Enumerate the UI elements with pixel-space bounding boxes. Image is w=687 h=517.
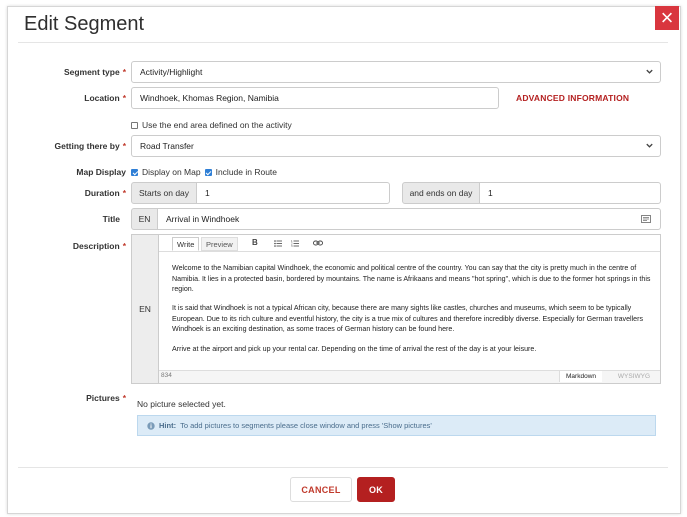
duration-label: Duration *: [84, 188, 126, 198]
footer-divider: [18, 467, 668, 468]
description-label: Description *: [72, 241, 126, 251]
hint-bold: Hint:: [159, 421, 177, 430]
ends-on-day-addon: and ends on day: [402, 182, 480, 204]
description-lang: EN: [132, 235, 159, 383]
char-count: 834: [161, 372, 172, 379]
segment-type-select[interactable]: Activity/Highlight: [131, 61, 661, 83]
no-picture-text: No picture selected yet.: [137, 399, 226, 409]
bullet-list-icon[interactable]: [274, 240, 282, 247]
text-block-icon[interactable]: [641, 215, 651, 223]
end-area-checkbox[interactable]: [131, 121, 138, 129]
title-label: Title: [102, 214, 120, 224]
ok-button[interactable]: OK: [357, 477, 395, 502]
starts-on-day-input[interactable]: 1: [196, 182, 390, 204]
map-display-options: Display on Map Include in Route: [131, 167, 277, 177]
mode-wysiwyg[interactable]: WYSIWYG: [612, 371, 656, 382]
description-textarea[interactable]: Welcome to the Namibian capital Windhoek…: [172, 263, 652, 363]
getting-there-select[interactable]: Road Transfer: [131, 135, 661, 157]
include-in-route-label: Include in Route: [215, 167, 278, 177]
cancel-button[interactable]: CANCEL: [290, 477, 352, 502]
starts-on-day-addon: Starts on day: [131, 182, 197, 204]
pictures-hint: Hint: To add pictures to segments please…: [137, 415, 656, 436]
description-paragraph: Welcome to the Namibian capital Windhoek…: [172, 264, 651, 294]
title-input[interactable]: Arrival in Windhoek: [157, 208, 661, 230]
description-paragraph: It is said that Windhoek is not a typica…: [172, 304, 644, 334]
description-editor: EN Write Preview B 123 Welcome to the Na…: [131, 234, 661, 384]
editor-status-bar: 834 Markdown WYSIWYG: [159, 370, 660, 383]
ends-on-day-input[interactable]: 1: [479, 182, 661, 204]
pictures-label: Pictures *: [86, 393, 126, 403]
title-lang-addon: EN: [131, 208, 158, 230]
toolbar-divider: [159, 251, 660, 252]
bold-icon[interactable]: B: [252, 238, 258, 247]
link-icon[interactable]: [313, 240, 323, 246]
chevron-down-icon: [646, 69, 653, 74]
dialog-title: Edit Segment: [24, 13, 145, 35]
description-paragraph: Arrive at the airport and pick up your r…: [172, 344, 537, 353]
numbered-list-icon[interactable]: 123: [291, 240, 299, 247]
chevron-down-icon: [646, 143, 653, 148]
tab-preview[interactable]: Preview: [201, 237, 238, 251]
map-display-label: Map Display: [76, 167, 126, 177]
hint-text: To add pictures to segments please close…: [180, 421, 432, 430]
end-area-label: Use the end area defined on the activity: [142, 120, 292, 130]
include-in-route-checkbox[interactable]: [204, 168, 212, 176]
segment-type-label: Segment type *: [63, 67, 126, 77]
advanced-information-link[interactable]: ADVANCED INFORMATION: [516, 93, 629, 103]
getting-there-label: Getting there by *: [54, 141, 127, 151]
header-divider: [18, 42, 668, 43]
svg-text:3: 3: [291, 244, 293, 247]
display-on-map-checkbox[interactable]: [131, 168, 138, 176]
end-area-checkbox-row[interactable]: Use the end area defined on the activity: [131, 120, 292, 130]
location-label: Location *: [84, 93, 126, 103]
mode-markdown[interactable]: Markdown: [559, 371, 602, 382]
location-input[interactable]: Windhoek, Khomas Region, Namibia: [131, 87, 499, 109]
display-on-map-label: Display on Map: [142, 167, 201, 177]
tab-write[interactable]: Write: [172, 237, 200, 251]
info-icon: [147, 421, 155, 430]
close-icon[interactable]: ×: [655, 6, 679, 30]
